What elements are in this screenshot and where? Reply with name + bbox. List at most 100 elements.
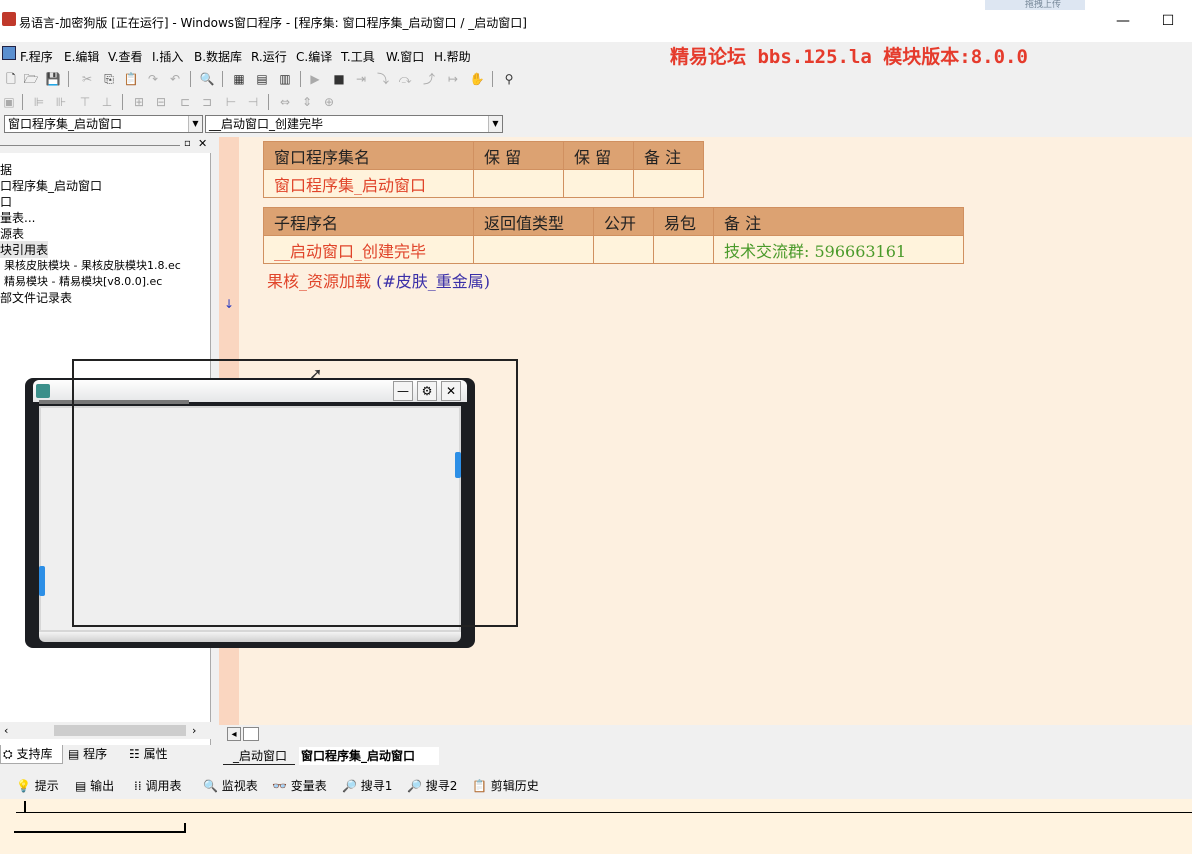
equal-width-icon[interactable]: ⊢ bbox=[222, 93, 240, 111]
tab-output[interactable]: ▤ 输出 bbox=[75, 777, 114, 794]
tree-item[interactable]: 块引用表 bbox=[0, 241, 49, 258]
find-icon[interactable]: 🔍 bbox=[198, 70, 216, 88]
tab-call-stack[interactable]: ⁞⁞ 调用表 bbox=[134, 777, 181, 794]
cut-icon[interactable]: ✂ bbox=[78, 70, 96, 88]
document-icon[interactable] bbox=[2, 46, 16, 60]
same-height-icon[interactable]: ⇕ bbox=[298, 93, 316, 111]
layout-grid-icon[interactable]: ▥ bbox=[276, 70, 294, 88]
tree-item[interactable]: 口 bbox=[0, 193, 12, 210]
step-icon[interactable]: ⇥ bbox=[352, 70, 370, 88]
upload-badge[interactable]: 拖拽上传 bbox=[985, 0, 1085, 10]
tab-program[interactable]: ▤ 程序 bbox=[66, 745, 124, 764]
table-cell[interactable]: 技术交流群: 596663161 bbox=[713, 235, 964, 264]
class-selector[interactable]: 窗口程序集_启动窗口 ▼ bbox=[4, 115, 203, 133]
menu-run[interactable]: R.运行 bbox=[251, 48, 287, 65]
menu-edit[interactable]: E.编辑 bbox=[64, 48, 99, 65]
step-over-icon[interactable]: ⤼ bbox=[396, 70, 414, 88]
undo-icon[interactable]: ↶ bbox=[166, 70, 184, 88]
align-top-icon[interactable]: ⊤ bbox=[76, 93, 94, 111]
scroll-thumb[interactable] bbox=[54, 725, 186, 736]
tree-item[interactable]: 精易模块 - 精易模块[v8.0.0].ec bbox=[4, 273, 162, 289]
scroll-left-icon[interactable]: ‹ bbox=[4, 724, 8, 737]
tree-item[interactable]: 源表 bbox=[0, 225, 24, 242]
new-file-icon[interactable]: 🗋 bbox=[2, 70, 20, 88]
code-line[interactable]: 果核_资源加载 (#皮肤_重金属) bbox=[267, 268, 490, 292]
layout-window-icon[interactable]: ▦ bbox=[230, 70, 248, 88]
tab-watch[interactable]: 🔍 监视表 bbox=[203, 777, 258, 794]
table-cell[interactable] bbox=[473, 169, 564, 198]
align-left-icon[interactable]: ⊫ bbox=[30, 93, 48, 111]
menu-compile[interactable]: C.编译 bbox=[296, 48, 332, 65]
paste-icon[interactable]: 📋 bbox=[122, 70, 140, 88]
tree-item[interactable]: 据 bbox=[0, 161, 12, 178]
chevron-down-icon[interactable]: ▼ bbox=[188, 116, 202, 132]
scroll-right-icon[interactable]: › bbox=[192, 724, 196, 737]
tree-item[interactable]: 部文件记录表 bbox=[0, 289, 72, 306]
output-panel[interactable] bbox=[0, 799, 1192, 854]
tree-item[interactable]: 果核皮肤模块 - 果核皮肤模块1.8.ec bbox=[4, 257, 181, 273]
equal-height-icon[interactable]: ⊣ bbox=[244, 93, 262, 111]
tab-library[interactable]: ⛭ 支持库 bbox=[0, 745, 63, 764]
same-width-icon[interactable]: ⇔ bbox=[276, 93, 294, 111]
step-out-icon[interactable]: ⤴ bbox=[420, 70, 438, 88]
distribute-horizontal-icon[interactable]: ⊏ bbox=[176, 93, 194, 111]
maximize-button[interactable]: ☐ bbox=[1158, 12, 1178, 30]
open-folder-icon[interactable]: 🗁 bbox=[22, 70, 40, 88]
copy-icon[interactable]: ⎘ bbox=[100, 70, 118, 88]
table-cell[interactable] bbox=[653, 235, 714, 264]
tab-startup-window[interactable]: _启动窗口 bbox=[223, 747, 295, 765]
tree-item[interactable]: 口程序集_启动窗口 bbox=[0, 177, 102, 194]
run-to-cursor-icon[interactable]: ↦ bbox=[444, 70, 462, 88]
tab-window-class[interactable]: 窗口程序集_启动窗口 bbox=[299, 747, 439, 765]
binoculars-icon[interactable]: ⚲ bbox=[500, 70, 518, 88]
close-icon[interactable]: ✕ bbox=[198, 137, 207, 150]
menu-view[interactable]: V.查看 bbox=[108, 48, 142, 65]
panel-grip bbox=[0, 145, 180, 146]
align-bottom-icon[interactable]: ⊥ bbox=[98, 93, 116, 111]
save-icon[interactable]: 💾 bbox=[44, 70, 62, 88]
table-cell[interactable] bbox=[563, 169, 634, 198]
tab-properties[interactable]: ☷ 属性 bbox=[127, 745, 185, 764]
center-vertical-icon[interactable]: ⊟ bbox=[152, 93, 170, 111]
table-cell[interactable] bbox=[633, 169, 704, 198]
restore-icon[interactable]: ▫ bbox=[184, 138, 191, 149]
distribute-vertical-icon[interactable]: ⊐ bbox=[198, 93, 216, 111]
menu-insert[interactable]: I.插入 bbox=[152, 48, 183, 65]
table-cell[interactable] bbox=[593, 235, 654, 264]
editor-horizontal-scrollbar[interactable]: ◂ bbox=[219, 725, 1192, 745]
form-icon[interactable]: ▣ bbox=[0, 93, 18, 111]
tab-hint[interactable]: 💡 提示 bbox=[16, 777, 59, 794]
program-icon: ▤ bbox=[68, 747, 80, 761]
horizontal-scrollbar[interactable]: ‹ › bbox=[0, 722, 211, 739]
panel-header: ▫ ✕ bbox=[0, 137, 211, 153]
table-header: 易包 bbox=[653, 207, 714, 236]
tree-item[interactable]: 量表... bbox=[0, 209, 35, 226]
menu-database[interactable]: B.数据库 bbox=[194, 48, 242, 65]
menu-tools[interactable]: T.工具 bbox=[341, 48, 375, 65]
chevron-down-icon[interactable]: ▼ bbox=[488, 116, 502, 132]
same-size-icon[interactable]: ⊕ bbox=[320, 93, 338, 111]
menu-program[interactable]: F.程序 bbox=[20, 48, 53, 65]
tab-clip-history[interactable]: 📋 剪辑历史 bbox=[472, 777, 539, 794]
tab-variables[interactable]: 👓 变量表 bbox=[272, 777, 327, 794]
table-cell[interactable] bbox=[473, 235, 594, 264]
tab-search2[interactable]: 🔎 搜寻2 bbox=[407, 777, 457, 794]
scroll-thumb[interactable] bbox=[243, 727, 259, 741]
run-icon[interactable]: ▶ bbox=[306, 70, 324, 88]
align-right-icon[interactable]: ⊪ bbox=[52, 93, 70, 111]
scroll-left-icon[interactable]: ◂ bbox=[227, 727, 241, 741]
redo-icon[interactable]: ↷ bbox=[144, 70, 162, 88]
menu-window[interactable]: W.窗口 bbox=[386, 48, 424, 65]
window-title: 易语言-加密狗版 [正在运行] - Windows窗口程序 - [程序集: 窗口… bbox=[19, 16, 527, 30]
minimize-button[interactable]: — bbox=[1113, 12, 1133, 30]
tab-search1[interactable]: 🔎 搜寻1 bbox=[342, 777, 392, 794]
center-horizontal-icon[interactable]: ⊞ bbox=[130, 93, 148, 111]
layout-split-icon[interactable]: ▤ bbox=[253, 70, 271, 88]
step-into-icon[interactable]: ⤵ bbox=[374, 70, 392, 88]
menu-help[interactable]: H.帮助 bbox=[434, 48, 471, 65]
stop-icon[interactable]: ■ bbox=[330, 70, 348, 88]
sub-selector[interactable]: __启动窗口_创建完毕 ▼ bbox=[205, 115, 503, 133]
table-cell[interactable]: 窗口程序集_启动窗口 bbox=[263, 169, 474, 198]
table-cell[interactable]: __启动窗口_创建完毕 bbox=[263, 235, 474, 264]
hand-icon[interactable]: ✋ bbox=[468, 70, 486, 88]
